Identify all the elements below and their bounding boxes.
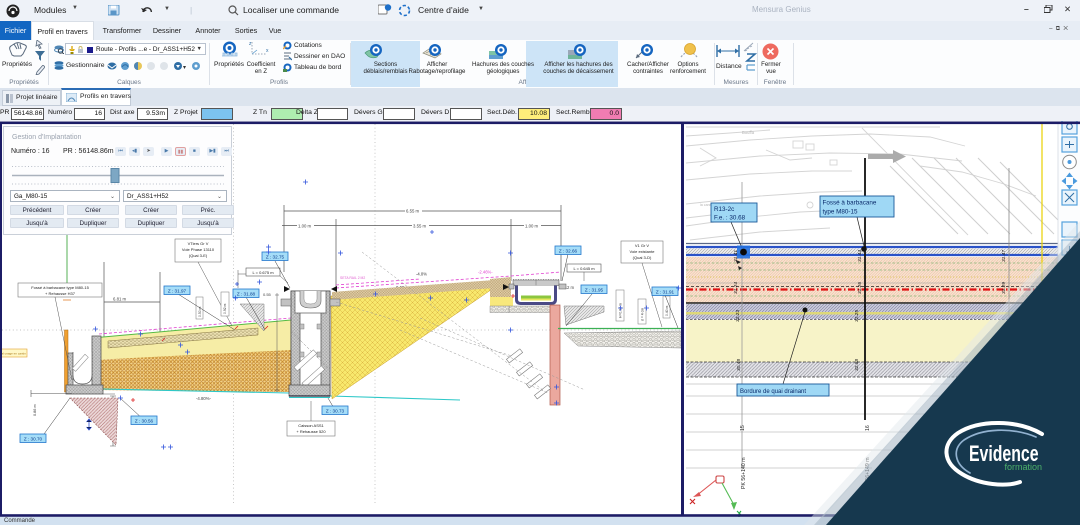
svg-text:L = 0.675 m: L = 0.675 m [252,270,274,275]
svg-text:15: 15 [740,425,746,431]
svg-text:30.48: 30.48 [736,359,742,371]
svg-text:0.86 m: 0.86 m [33,404,37,416]
svg-text:L = 0.645 m: L = 0.645 m [573,266,595,271]
svg-text:SETA RAIL 2 M2: SETA RAIL 2 M2 [340,276,365,280]
svg-text:31.29: 31.29 [1001,282,1007,294]
svg-text:Z : 30.70: Z : 30.70 [24,437,43,442]
svg-text:0.40 m: 0.40 m [665,305,669,316]
svg-text:31.26: 31.26 [857,282,863,294]
svg-text:+ Rehausse H37: + Rehausse H37 [45,291,76,296]
svg-text:Z : 32.66: Z : 32.66 [559,249,578,254]
svg-text:Z : 31.88: Z : 31.88 [237,292,256,297]
svg-text:31.47: 31.47 [1001,250,1007,262]
svg-text:▾: ▾ [183,65,186,71]
svg-text:Voie Phase 13110: Voie Phase 13110 [182,247,215,252]
svg-text:VTiers Gr V: VTiers Gr V [188,241,209,246]
svg-text:(Quai 3-E): (Quai 3-E) [189,253,208,258]
svg-text:16: 16 [865,425,871,431]
svg-text:6.81 m: 6.81 m [113,297,127,302]
svg-text:Z : 32.75: Z : 32.75 [266,255,285,260]
svg-text:6.55 m: 6.55 m [406,209,420,214]
svg-text:(Quai 3-D): (Quai 3-D) [633,255,652,260]
svg-text:R13-2c: R13-2c [714,206,734,213]
svg-text:F.e. : 30.68: F.e. : 30.68 [714,215,746,222]
svg-text:1.00 m: 1.00 m [298,223,312,228]
svg-text:al usage en cantin: al usage en cantin [2,352,27,356]
svg-text:32.25: 32.25 [854,310,860,322]
svg-text:x: x [266,48,269,54]
svg-text:-2.46%-: -2.46%- [478,270,493,275]
svg-text:Z : 31.95: Z : 31.95 [585,288,604,293]
svg-text:Caisson ASS1: Caisson ASS1 [298,423,324,428]
svg-text:31.24: 31.24 [733,282,739,294]
svg-text:H=0.62 m: H=0.62 m [619,303,623,318]
svg-text:3.55 m: 3.55 m [413,223,427,228]
svg-text:Z : 30.73: Z : 30.73 [326,409,345,414]
svg-text:Voie existante: Voie existante [630,249,656,254]
svg-text:-4.0%: -4.0% [416,272,427,277]
svg-text:32.23: 32.23 [735,310,741,322]
svg-text:32.88: 32.88 [854,359,860,371]
svg-text:0.55: 0.55 [263,292,272,297]
svg-text:type M80-15: type M80-15 [823,209,858,216]
svg-text:Z : 31.97: Z : 31.97 [168,289,187,294]
svg-text:Bordure de quai drainant: Bordure de quai drainant [740,389,806,395]
svg-text:d = 4 cm: d = 4 cm [641,308,645,321]
svg-text:+ Rehausse 520: + Rehausse 520 [296,429,326,434]
svg-text:Fossé à barbacane: Fossé à barbacane [823,200,877,207]
svg-text:31.44: 31.44 [857,250,863,262]
svg-text:Bouffa: Bouffa [742,130,755,135]
svg-text:1.00 m: 1.00 m [525,223,539,228]
svg-text:Z : 30.56: Z : 30.56 [135,419,154,424]
svg-text:0.92 m: 0.92 m [223,303,227,314]
svg-text:V1 Gr V: V1 Gr V [635,243,650,248]
svg-text:PK 56+149 m: PK 56+149 m [865,457,871,489]
svg-text:PK 56+140 m: PK 56+140 m [741,457,747,489]
svg-text:Fossé à barbacane type M80-15: Fossé à barbacane type M80-15 [31,285,89,290]
svg-text:-4.80%-: -4.80%- [196,396,212,401]
svg-text:Z : 31.91: Z : 31.91 [656,290,675,295]
